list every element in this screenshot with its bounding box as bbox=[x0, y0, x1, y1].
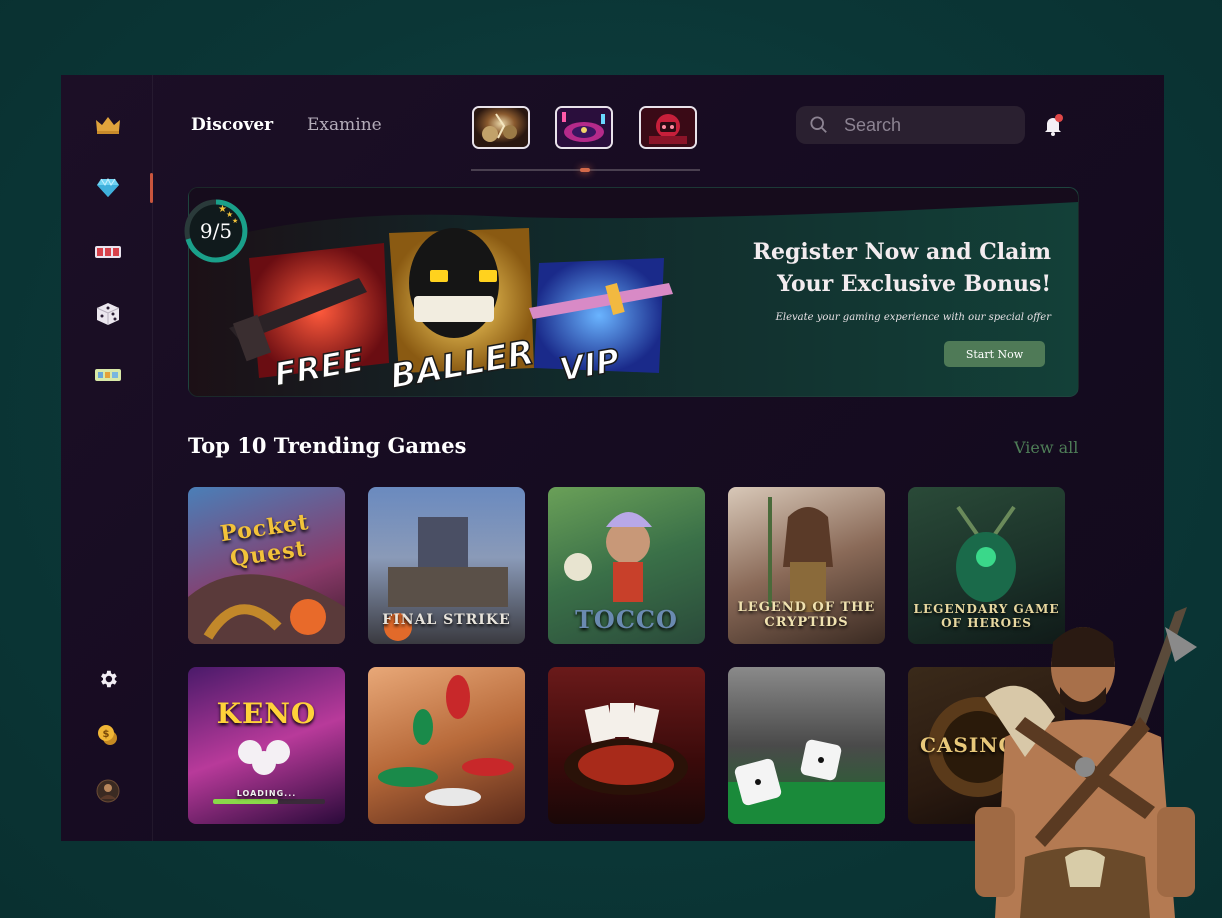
search-input[interactable] bbox=[842, 113, 1016, 137]
game-title: FINAL STRIKE bbox=[382, 612, 511, 628]
rating-value: 9/5 bbox=[199, 219, 233, 243]
start-now-button[interactable]: Start Now bbox=[944, 341, 1045, 367]
game-title: TOCCO bbox=[575, 605, 678, 634]
tab-discover[interactable]: Discover bbox=[191, 115, 273, 135]
warrior-character-illustration bbox=[975, 607, 1197, 918]
banner-title: Register Now and Claim Your Exclusive Bo… bbox=[752, 239, 1051, 297]
featured-thumbnail-1[interactable] bbox=[472, 106, 530, 149]
notification-bell-icon[interactable] bbox=[1041, 113, 1065, 137]
coins-icon[interactable]: $ bbox=[93, 720, 123, 750]
active-indicator bbox=[150, 173, 153, 203]
section-title: Top 10 Trending Games bbox=[188, 433, 467, 458]
diamond-icon[interactable] bbox=[93, 173, 123, 203]
game-title: KENO bbox=[216, 697, 317, 730]
game-card-pocket-quest[interactable]: Pocket Quest bbox=[188, 487, 345, 644]
svg-text:$: $ bbox=[103, 729, 110, 740]
game-card-casino-chips[interactable] bbox=[368, 667, 525, 824]
tab-examine[interactable]: Examine bbox=[307, 115, 382, 135]
game-card-dice[interactable] bbox=[728, 667, 885, 824]
carousel-indicator bbox=[580, 168, 590, 172]
loading-text: LOADING... bbox=[236, 789, 297, 798]
view-all-link[interactable]: View all bbox=[1014, 438, 1078, 457]
game-card-keno[interactable]: KENO LOADING... bbox=[188, 667, 345, 824]
featured-thumbnail-3[interactable] bbox=[639, 106, 697, 149]
game-title: LEGEND OF THE CRYPTIDS bbox=[737, 600, 876, 630]
rating-badge: ★ ★ ★ 9/5 bbox=[184, 199, 248, 263]
sidebar: $ bbox=[61, 75, 153, 841]
promo-banner: FREE BALLER VIP Register Now and Claim Y… bbox=[188, 187, 1079, 397]
crown-icon[interactable] bbox=[93, 110, 123, 140]
search-bar bbox=[796, 106, 1025, 144]
gear-icon[interactable] bbox=[93, 664, 123, 694]
search-icon bbox=[810, 116, 827, 133]
featured-thumbnail-2[interactable] bbox=[555, 106, 613, 149]
game-card-tocco[interactable]: TOCCO bbox=[548, 487, 705, 644]
avatar[interactable] bbox=[93, 776, 123, 806]
slots-icon[interactable] bbox=[93, 237, 123, 267]
game-card-roulette-cards[interactable] bbox=[548, 667, 705, 824]
ticket-icon[interactable] bbox=[93, 360, 123, 390]
banner-subtitle: Elevate your gaming experience with our … bbox=[775, 312, 1051, 323]
dice-icon[interactable] bbox=[93, 299, 123, 329]
game-card-legend-of-the-cryptids[interactable]: LEGEND OF THE CRYPTIDS bbox=[728, 487, 885, 644]
game-card-final-strike[interactable]: FINAL STRIKE bbox=[368, 487, 525, 644]
